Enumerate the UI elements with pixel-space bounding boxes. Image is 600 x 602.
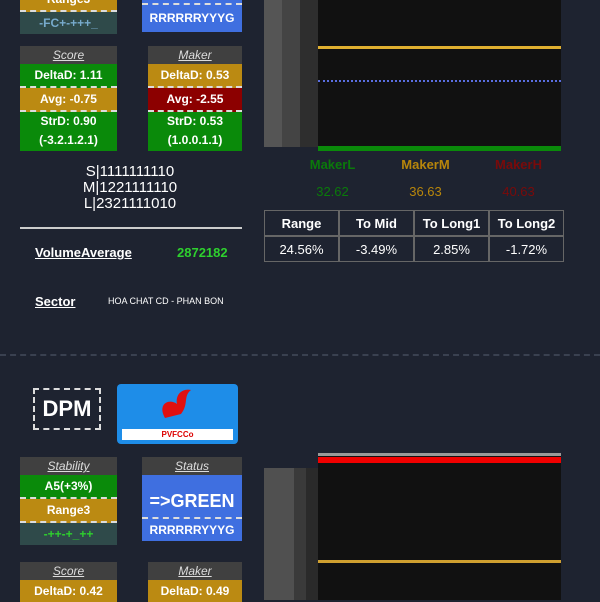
divider <box>20 227 242 229</box>
legend-maker-m: MakerM <box>401 157 450 172</box>
range-table: Range To Mid To Long1 To Long2 24.56% -3.49%… <box>264 210 564 262</box>
flame-icon <box>162 389 191 418</box>
stability-card-top: Range3 -FC+-+++_ <box>20 0 117 34</box>
score-card-bottom: Score DeltaD: 0.42 <box>20 562 117 602</box>
sml-l: L|2321111010 <box>83 195 177 212</box>
signs-row: -FC+-+++_ <box>20 12 117 34</box>
td-to-mid: -3.49% <box>339 236 414 262</box>
section-separator <box>0 354 600 356</box>
td-to-long1: 2.85% <box>414 236 489 262</box>
range-row: Range3 <box>20 0 117 12</box>
maker-chart-top <box>264 0 561 152</box>
company-logo: PVFCCo <box>117 384 238 444</box>
status-card-top: RRRRRRYYYG <box>142 0 242 32</box>
sector-value: HOA CHAT CD - PHAN BON <box>108 296 224 306</box>
stability-title: Stability <box>20 457 117 475</box>
legend-maker-l-value: 32.62 <box>316 184 349 199</box>
score-strd: StrD: 0.90 <box>40 114 97 128</box>
stability-range: Range3 <box>20 499 117 523</box>
td-to-long2: -1.72% <box>489 236 564 262</box>
maker-delta: DeltaD: 0.53 <box>148 64 242 88</box>
score-title: Score <box>20 46 117 64</box>
volume-label: VolumeAverage <box>35 245 132 260</box>
th-to-mid: To Mid <box>339 210 414 236</box>
legend-maker-m-value: 36.63 <box>409 184 442 199</box>
sector-label: Sector <box>35 294 76 309</box>
maker-card: Maker DeltaD: 0.53 Avg: -2.55 StrD: 0.53… <box>148 46 242 151</box>
th-to-long2: To Long2 <box>489 210 564 236</box>
maker-chart-bottom <box>264 452 561 600</box>
stability-card: Stability A5(+3%) Range3 -++-+_++ <box>20 457 117 545</box>
status-card: Status =>GREEN RRRRRRYYYG <box>142 457 242 541</box>
th-range: Range <box>264 210 339 236</box>
maker-card-bottom: Maker DeltaD: 0.49 <box>148 562 242 602</box>
stability-signs: -++-+_++ <box>20 523 117 545</box>
maker-title-bottom: Maker <box>148 562 242 580</box>
td-range: 24.56% <box>264 236 339 262</box>
maker-strd: StrD: 0.53 <box>166 114 224 128</box>
maker-l-line <box>318 146 561 151</box>
maker-m-line-bottom <box>318 560 561 563</box>
maker-avg: Avg: -2.55 <box>148 88 242 112</box>
price-line <box>318 80 561 82</box>
stability-a: A5(+3%) <box>20 475 117 499</box>
status-signal: =>GREEN <box>142 475 242 519</box>
volume-value: 2872182 <box>177 245 228 260</box>
ticker: DPM <box>33 388 101 430</box>
status-pattern: RRRRRRYYYG <box>149 11 235 25</box>
th-to-long1: To Long1 <box>414 210 489 236</box>
legend-maker-h: MakerH <box>495 157 542 172</box>
status-pattern-bottom: RRRRRRYYYG <box>142 519 242 541</box>
maker-title: Maker <box>148 46 242 64</box>
top-line <box>318 453 561 456</box>
status-title: Status <box>142 457 242 475</box>
logo-text: PVFCCo <box>122 429 233 440</box>
maker-delta-bottom: DeltaD: 0.49 <box>148 580 242 602</box>
score-title-bottom: Score <box>20 562 117 580</box>
legend-maker-l: MakerL <box>309 157 356 172</box>
score-seq: (-3.2.1.2.1) <box>39 133 98 147</box>
legend-maker-h-value: 40.63 <box>502 184 535 199</box>
maker-h-line <box>318 457 561 463</box>
score-delta-bottom: DeltaD: 0.42 <box>20 580 117 602</box>
sml-m: M|1221111110 <box>82 179 178 196</box>
maker-m-line <box>318 46 561 49</box>
sml-block: S|1111111110 M|1221111110 L|2321111010 <box>60 164 200 212</box>
maker-seq: (1.0.0.1.1) <box>167 133 223 147</box>
chart-legend: MakerL 32.62 MakerM 36.63 MakerH 40.63 <box>286 157 566 199</box>
score-avg: Avg: -0.75 <box>20 88 117 112</box>
score-card: Score DeltaD: 1.11 Avg: -0.75 StrD: 0.90… <box>20 46 117 151</box>
score-delta: DeltaD: 1.11 <box>20 64 117 88</box>
sml-s: S|1111111110 <box>85 163 175 180</box>
